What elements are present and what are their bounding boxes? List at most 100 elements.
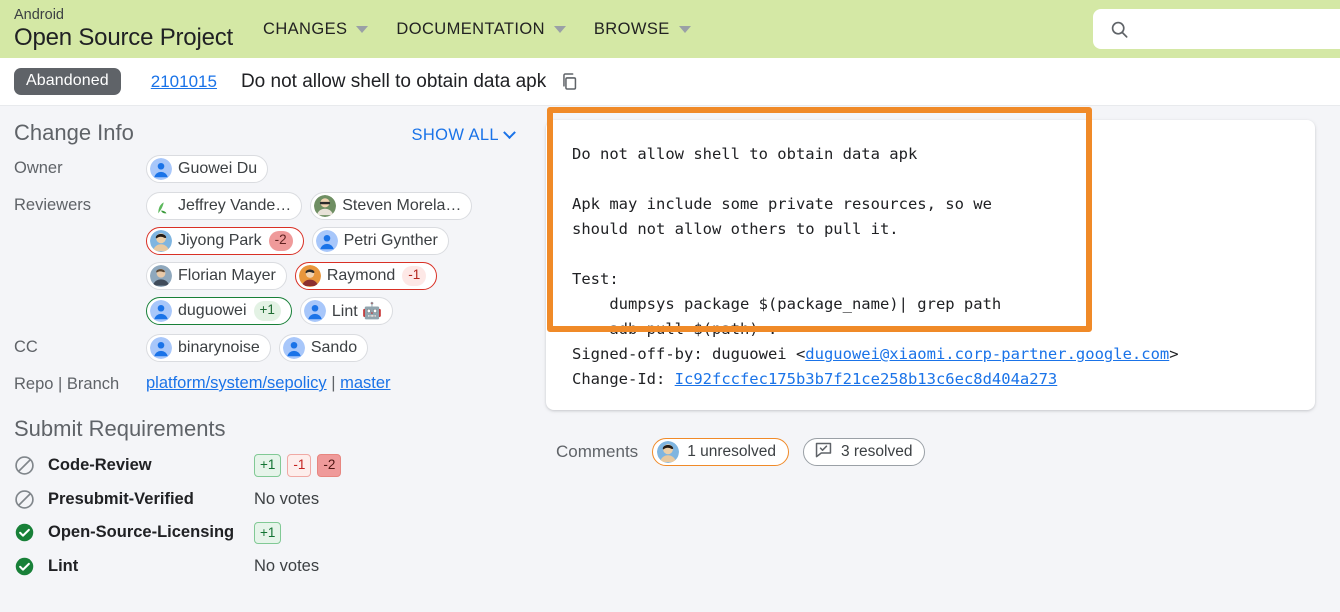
avatar [150,337,172,359]
submit-requirements-title: Submit Requirements [14,416,226,441]
circle-slash-icon [14,455,48,476]
avatar [282,337,305,359]
cc-label: CC [14,338,38,356]
vote-badge: -2 [268,231,293,251]
signed-off-email-link[interactable]: duguowei@xiaomi.corp-partner.google.com [805,345,1169,363]
comments-label: Comments [556,442,639,461]
reviewer-name: Florian Mayer [178,267,276,284]
brand-subtitle: Android [14,7,64,24]
change-info-title: Change Info [14,120,134,145]
owner-label: Owner [14,159,63,177]
reviewer-chip[interactable]: Lint 🤖 [299,297,394,325]
check-circle-icon [14,522,48,543]
commit-message-footer: Signed-off-by: duguowei <duguowei@xiaomi… [572,342,1291,392]
reviewer-name: Petri Gynther [343,232,438,249]
chevron-down-icon [503,126,516,140]
cc-chip[interactable]: binarynoise [146,334,271,362]
reviewers-label: Reviewers [14,196,92,214]
reviewer-name: Jiyong Park [178,232,262,249]
brand-logo[interactable]: Android Open Source Project [14,7,233,50]
signed-off-suffix: > [1169,345,1179,363]
reviewer-chips: Jeffrey Vande… Steven Morela… Jiyong Par… [146,192,516,325]
owner-row: Owner Guowei Du [14,155,530,183]
vote-badge: +1 [253,301,281,321]
main-nav: CHANGES DOCUMENTATION BROWSE [263,0,719,58]
reviewer-chip[interactable]: Jiyong Park -2 [146,227,304,255]
branch-link[interactable]: master [340,374,390,392]
status-badge: Abandoned [14,68,121,95]
chevron-down-icon [553,25,566,33]
change-id-prefix: Change-Id: [572,370,675,388]
avatar [298,265,321,287]
submit-requirement-votes: +1 -1 -2 [254,454,342,477]
page-body: Change Info SHOW ALL Owner Guowei Du Rev… [0,106,1340,612]
avatar [315,230,338,252]
submit-requirement-row[interactable]: Presubmit-Verified No votes [14,489,530,510]
owner-chip[interactable]: Guowei Du [146,155,269,183]
reviewer-chip[interactable]: Raymond -1 [294,262,438,290]
submit-requirement-name: Open-Source-Licensing [48,523,235,542]
reviewer-chip[interactable]: Steven Morela… [310,192,473,220]
commit-message-card: Do not allow shell to obtain data apk Ap… [546,120,1315,410]
owner-chips: Guowei Du [146,155,269,183]
avatar [314,195,337,217]
owner-name: Guowei Du [178,160,258,177]
change-title: Do not allow shell to obtain data apk [240,70,547,92]
nav-item-documentation[interactable]: DOCUMENTATION [396,20,566,39]
show-all-label: SHOW ALL [411,126,499,144]
submit-requirement-row[interactable]: Lint No votes [14,556,530,577]
circle-slash-icon [14,489,48,510]
unresolved-comments-chip[interactable]: 1 unresolved [652,438,789,466]
avatar [303,300,326,322]
nav-label-documentation: DOCUMENTATION [396,19,545,38]
check-circle-icon [14,556,48,577]
search-input[interactable] [1142,19,1332,39]
cc-chips: binarynoise Sando [146,334,369,362]
submit-requirement-row[interactable]: Code-Review +1 -1 -2 [14,454,530,477]
repo-branch-value: platform/system/sepolicy | master [146,371,391,393]
reviewer-chip[interactable]: Jeffrey Vande… [146,192,303,220]
chevron-down-icon [678,25,691,33]
change-id-link[interactable]: Ic92fccfec175b3b7f21ce258b13c6ec8d404a27… [675,370,1058,388]
nav-label-changes: CHANGES [263,19,348,38]
reviewer-chip[interactable]: duguowei +1 [146,297,292,325]
vote-chip-plus1: +1 [254,521,282,545]
avatar [150,195,172,217]
commit-message-panel: Do not allow shell to obtain data apk Ap… [530,106,1340,612]
repo-branch-row: Repo | Branch platform/system/sepolicy |… [14,371,530,394]
nav-item-changes[interactable]: CHANGES [263,19,369,39]
comments-row: Comments 1 unresolved 3 resolved [556,438,1320,466]
resolved-comments-label: 3 resolved [840,443,913,460]
show-all-button[interactable]: SHOW ALL [411,126,516,145]
cc-chip[interactable]: Sando [278,334,369,362]
repo-link[interactable]: platform/system/sepolicy [146,374,327,392]
avatar [150,265,172,287]
search-box[interactable] [1093,9,1340,49]
reviewer-chip[interactable]: Petri Gynther [311,227,449,255]
repo-branch-label: Repo | Branch [14,375,120,393]
cc-row: CC binarynoise Sando [14,334,530,362]
resolved-comments-chip[interactable]: 3 resolved [802,438,926,466]
reviewer-name: Steven Morela… [342,197,462,214]
reviewer-name: duguowei [178,302,247,319]
submit-requirement-votes: +1 [254,521,282,545]
reviewers-row: Reviewers Jeffrey Vande… Steven Morela… [14,192,530,325]
cc-name: binarynoise [178,339,260,356]
reviewer-name: Raymond [326,267,396,284]
vote-badge: -1 [402,266,427,286]
reviewer-chip[interactable]: Florian Mayer [146,262,287,290]
change-number-link[interactable]: 2101015 [151,72,217,92]
cc-name: Sando [310,339,358,356]
top-header-bar: Android Open Source Project CHANGES DOCU… [0,0,1340,58]
copy-icon[interactable] [560,72,579,91]
submit-requirement-row[interactable]: Open-Source-Licensing +1 [14,521,530,545]
chevron-down-icon [356,25,369,33]
submit-requirement-name: Code-Review [48,455,152,474]
change-header-strip: Abandoned 2101015 Do not allow shell to … [0,58,1340,106]
change-info-panel: Change Info SHOW ALL Owner Guowei Du Rev… [0,106,530,612]
nav-item-browse[interactable]: BROWSE [594,20,691,39]
reviewer-name: Jeffrey Vande… [178,197,292,214]
nav-label-browse: BROWSE [593,19,670,38]
unresolved-comments-label: 1 unresolved [687,443,776,460]
repo-branch-separator: | [326,374,341,392]
